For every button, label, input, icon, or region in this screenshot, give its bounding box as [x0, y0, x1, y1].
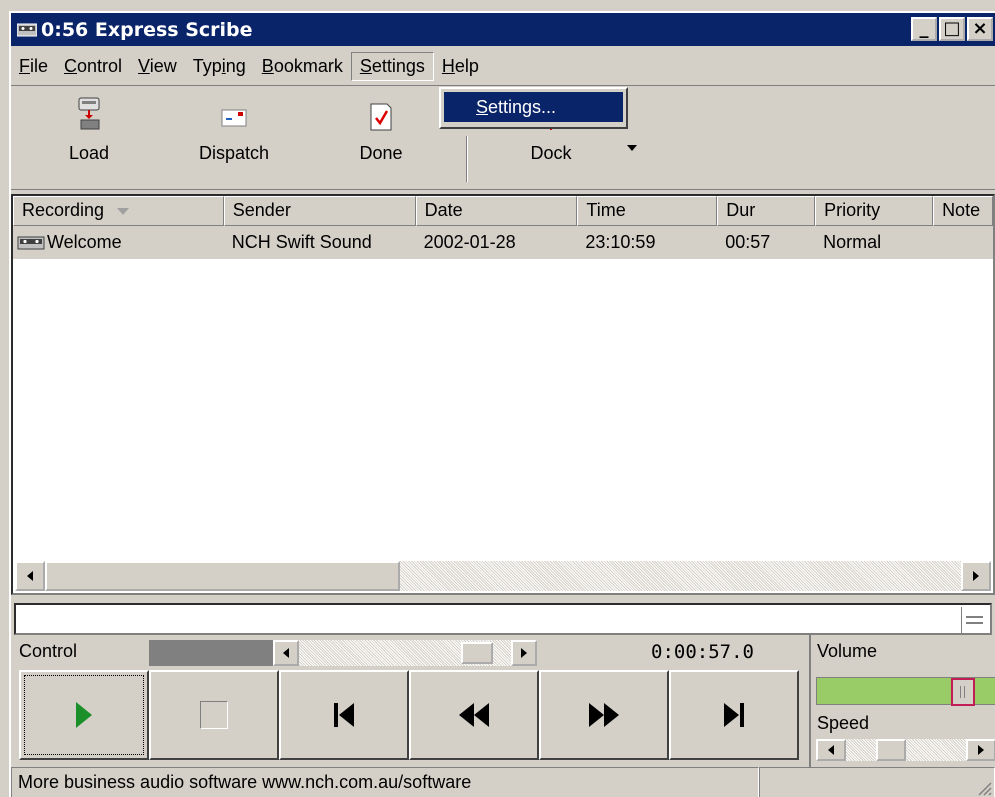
recordings-list: Recording Sender Date Time Dur Priority … [11, 194, 995, 595]
skip-end-icon [724, 703, 744, 727]
menu-file[interactable]: File [11, 53, 56, 80]
dock-label: Dock [530, 143, 572, 163]
status-bar: More business audio software www.nch.com… [11, 767, 995, 797]
control-label: Control [19, 641, 78, 661]
speed-label: Speed [817, 713, 870, 733]
column-header-dur[interactable]: Dur [717, 196, 816, 226]
grip-icon [960, 686, 965, 698]
sort-arrow-icon [117, 208, 130, 215]
settings-dropdown-menu: Settings... [439, 87, 628, 129]
done-button[interactable]: Done [351, 96, 411, 164]
done-label: Done [359, 143, 403, 163]
position-left-button[interactable] [273, 640, 299, 666]
fast-forward-button[interactable] [539, 670, 669, 760]
menu-control[interactable]: Control [56, 53, 130, 80]
scroll-thumb[interactable] [45, 561, 400, 591]
splitter-handle-icon[interactable] [961, 607, 987, 633]
list-header: Recording Sender Date Time Dur Priority … [13, 196, 993, 226]
column-header-time[interactable]: Time [577, 196, 718, 226]
menu-bar: File Control View Typing Bookmark Settin… [11, 51, 995, 81]
cassette-icon [17, 23, 37, 36]
menu-typing[interactable]: Typing [185, 53, 254, 80]
checkmark-document-icon [370, 103, 392, 131]
arrow-left-icon [828, 745, 834, 755]
column-header-note[interactable]: Note [933, 196, 993, 226]
stop-button[interactable] [149, 670, 279, 760]
arrow-right-icon [978, 745, 984, 755]
position-slider[interactable] [149, 640, 537, 666]
column-header-recording[interactable]: Recording [13, 196, 224, 226]
skip-to-end-button[interactable] [669, 670, 799, 760]
rewind-button[interactable] [409, 670, 539, 760]
scroll-right-button[interactable] [961, 561, 991, 591]
status-pane-secondary [759, 767, 995, 797]
column-header-priority[interactable]: Priority [815, 196, 934, 226]
status-text[interactable]: More business audio software www.nch.com… [11, 767, 759, 797]
speed-left-button[interactable] [816, 739, 846, 761]
volume-label: Volume [817, 641, 878, 661]
express-scribe-window: 0:56 Express Scribe _ □ × File Control V… [9, 11, 995, 797]
play-icon [76, 702, 92, 728]
minimize-icon: _ [919, 18, 929, 39]
menu-bookmark[interactable]: Bookmark [254, 53, 351, 80]
priority-cell: Normal [823, 232, 882, 252]
arrow-right-icon [973, 571, 979, 581]
dur-cell: 00:57 [725, 232, 771, 252]
fast-forward-icon [589, 703, 619, 727]
menu-help[interactable]: Help [434, 53, 487, 80]
notes-field[interactable] [14, 603, 992, 635]
position-thumb[interactable] [461, 642, 493, 664]
sender-cell: NCH Swift Sound [231, 232, 372, 252]
title-bar[interactable]: 0:56 Express Scribe _ □ × [11, 13, 995, 46]
speed-right-button[interactable] [966, 739, 995, 761]
speed-slider[interactable] [816, 739, 995, 761]
skip-start-icon [334, 703, 354, 727]
volume-speed-panel: Volume Speed [809, 633, 995, 767]
position-slider-fill [149, 640, 273, 666]
table-row[interactable]: Welcome NCH Swift Sound 2002-01-28 23:10… [13, 226, 993, 259]
minimize-button[interactable]: _ [911, 17, 937, 41]
load-label: Load [68, 143, 110, 163]
stop-icon [200, 701, 228, 729]
speed-thumb[interactable] [876, 739, 906, 761]
volume-slider[interactable] [816, 677, 995, 706]
column-header-sender[interactable]: Sender [223, 196, 416, 226]
settings-menu-item[interactable]: Settings... [444, 92, 623, 122]
time-display: 0:00:57.0 [651, 641, 754, 663]
close-button[interactable]: × [967, 17, 993, 41]
column-header-date[interactable]: Date [415, 196, 578, 226]
transport-controls [19, 670, 799, 760]
scroll-left-button[interactable] [15, 561, 45, 591]
arrow-left-icon [27, 571, 33, 581]
toolbar-separator [466, 136, 468, 182]
arrow-right-icon [521, 648, 527, 658]
recording-name: Welcome [47, 232, 122, 252]
resize-grip-icon[interactable] [974, 778, 992, 796]
skip-to-start-button[interactable] [279, 670, 409, 760]
arrow-left-icon [283, 648, 289, 658]
position-right-button[interactable] [511, 640, 537, 666]
dispatch-label: Dispatch [198, 143, 270, 163]
load-icon [78, 97, 100, 130]
close-icon: × [972, 18, 988, 39]
date-cell: 2002-01-28 [423, 232, 516, 252]
horizontal-scrollbar[interactable] [15, 561, 991, 591]
cassette-icon [17, 236, 45, 249]
maximize-button[interactable]: □ [939, 17, 965, 41]
time-cell: 23:10:59 [585, 232, 656, 252]
menu-settings[interactable]: Settings [350, 51, 434, 81]
load-button[interactable]: Load [59, 96, 119, 164]
menu-view[interactable]: View [130, 53, 185, 80]
dock-dropdown-arrow-icon[interactable] [627, 145, 637, 151]
dispatch-icon [221, 109, 247, 127]
dispatch-button[interactable]: Dispatch [189, 96, 279, 164]
maximize-icon: □ [943, 18, 961, 39]
rewind-icon [459, 703, 489, 727]
volume-thumb[interactable] [951, 678, 975, 706]
play-button[interactable] [19, 670, 149, 760]
window-title: 0:56 Express Scribe [41, 18, 253, 41]
